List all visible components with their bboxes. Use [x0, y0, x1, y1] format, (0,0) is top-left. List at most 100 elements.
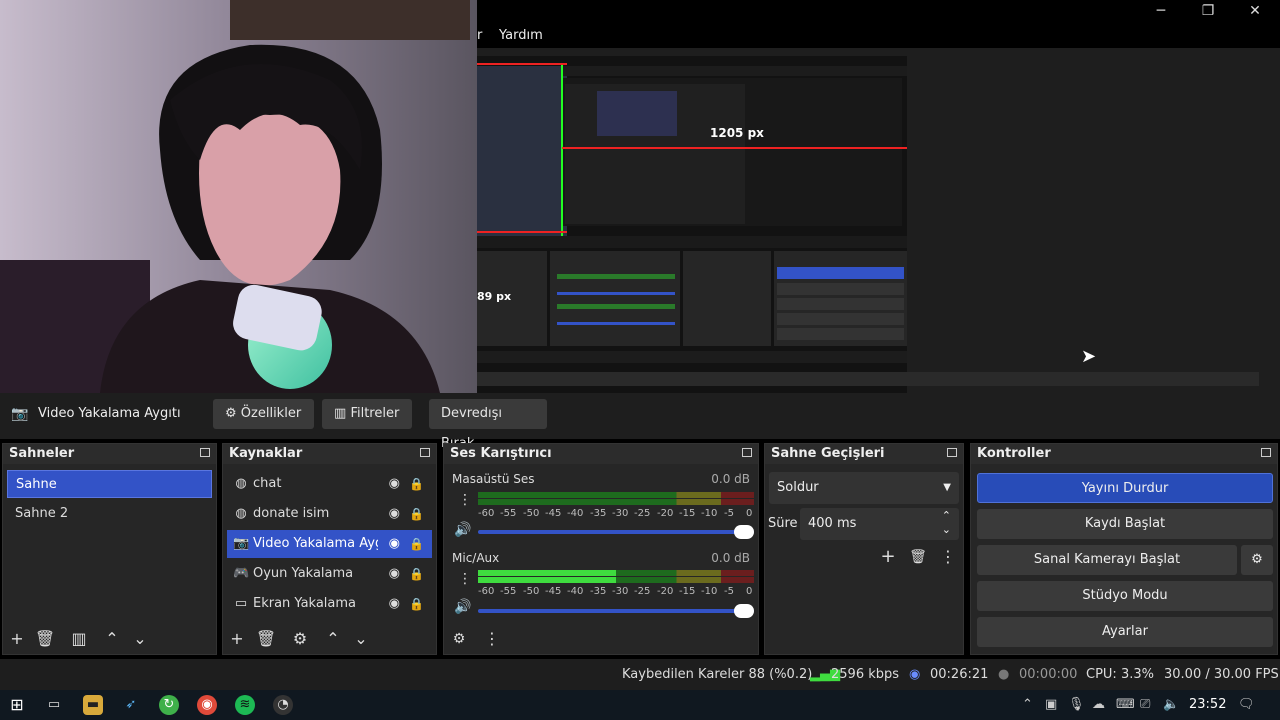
lock-icon[interactable]: 🔒: [409, 590, 424, 618]
trash-icon[interactable]: 🗑: [34, 628, 56, 650]
chevron-up-icon[interactable]: ⌃: [322, 628, 344, 650]
close-button[interactable]: ✕: [1232, 0, 1278, 24]
start-record-button[interactable]: Kaydı Başlat: [977, 509, 1273, 539]
chrome-icon[interactable]: ◉: [197, 695, 217, 715]
obs-icon[interactable]: ◔: [273, 695, 293, 715]
stop-stream-button[interactable]: Yayını Durdur: [977, 473, 1273, 503]
slider-knob[interactable]: [734, 604, 754, 618]
visibility-eye-icon[interactable]: ◉: [389, 590, 400, 618]
app-icon-green[interactable]: ↻: [159, 695, 179, 715]
lock-icon[interactable]: 🔒: [409, 530, 424, 558]
windows-start-icon[interactable]: ⊞: [7, 695, 27, 715]
notifications-icon[interactable]: 🗨: [1238, 697, 1255, 712]
filter-icon[interactable]: ▥: [68, 628, 90, 650]
visibility-eye-icon[interactable]: ◉: [389, 560, 400, 588]
filters-button[interactable]: ▥ Filtreler: [322, 399, 412, 429]
menu-item-partial[interactable]: r: [477, 28, 482, 43]
status-bar: Kaybedilen Kareler 88 (%0.2) ▂▄▆ 2596 kb…: [0, 659, 1280, 690]
visibility-eye-icon[interactable]: ◉: [389, 530, 400, 558]
scene-item[interactable]: Sahne: [7, 470, 212, 498]
trash-icon[interactable]: 🗑: [255, 628, 277, 650]
lock-icon[interactable]: 🔒: [409, 470, 424, 498]
source-item[interactable]: ▭ Ekran Yakalama ◉ 🔒: [227, 590, 432, 618]
settings-button[interactable]: Ayarlar: [977, 617, 1273, 647]
menu-item-help[interactable]: Yardım: [499, 28, 543, 43]
undock-icon[interactable]: [742, 448, 752, 457]
preview-canvas[interactable]: 1205 px 89 px: [477, 56, 907, 414]
start-virtualcam-button[interactable]: Sanal Kamerayı Başlat: [977, 545, 1237, 575]
kebab-menu-icon[interactable]: ⋮: [481, 628, 503, 650]
visibility-eye-icon[interactable]: ◉: [389, 470, 400, 498]
maximize-button[interactable]: ❐: [1185, 0, 1231, 24]
controls-title: Kontroller: [977, 446, 1051, 461]
clock[interactable]: 23:52: [1189, 697, 1226, 712]
undock-icon[interactable]: [420, 448, 430, 457]
speaker-icon[interactable]: 🔊: [454, 599, 471, 615]
add-icon[interactable]: +: [226, 628, 248, 650]
volume-slider[interactable]: [478, 604, 754, 618]
source-item[interactable]: ◍ chat ◉ 🔒: [227, 470, 432, 498]
meter-tick-label: -20: [657, 508, 674, 519]
add-icon[interactable]: +: [6, 628, 28, 650]
scene-item[interactable]: Sahne 2: [7, 500, 212, 528]
add-icon[interactable]: +: [877, 546, 899, 568]
spotify-icon[interactable]: ≋: [235, 695, 255, 715]
undock-icon[interactable]: [947, 448, 957, 457]
chevron-down-icon[interactable]: ⌄: [942, 514, 951, 546]
camera-icon: 📷: [233, 536, 250, 551]
source-item[interactable]: ◍ donate isim ◉ 🔒: [227, 500, 432, 528]
measurement-label-width: 1205 px: [710, 126, 764, 140]
lock-icon[interactable]: 🔒: [409, 560, 424, 588]
trash-icon[interactable]: 🗑: [907, 546, 929, 568]
deactivate-button[interactable]: Devredışı Bırak: [429, 399, 547, 451]
tray-screen-icon[interactable]: ⌨: [1116, 697, 1135, 712]
chevron-down-icon[interactable]: ⌄: [350, 628, 372, 650]
tray-chevron-up-icon[interactable]: ⌃: [1022, 697, 1033, 712]
filters-label: Filtreler: [350, 406, 400, 421]
task-view-icon[interactable]: ▭: [44, 695, 64, 715]
duration-spinbox[interactable]: 400 ms ⌃ ⌄: [800, 508, 959, 540]
tray-cloud-icon[interactable]: ☁: [1092, 697, 1105, 712]
channel-name: Masaüstü Ses: [452, 472, 535, 486]
studio-mode-button[interactable]: Stüdyo Modu: [977, 581, 1273, 611]
source-label: Oyun Yakalama: [253, 566, 354, 581]
transition-select[interactable]: Soldur ▼: [769, 472, 959, 504]
source-label: chat: [253, 476, 282, 491]
undock-icon[interactable]: [1261, 448, 1271, 457]
network-icon[interactable]: ⎚: [1140, 697, 1150, 712]
scenes-title: Sahneler: [9, 446, 75, 461]
visibility-eye-icon[interactable]: ◉: [389, 500, 400, 528]
undock-icon[interactable]: [200, 448, 210, 457]
channel-db: 0.0 dB: [711, 472, 750, 486]
volume-meter: [478, 570, 754, 584]
chevron-up-icon[interactable]: ⌃: [101, 628, 123, 650]
volume-icon[interactable]: 🔈: [1163, 697, 1179, 712]
properties-button[interactable]: ⚙ Özellikler: [213, 399, 314, 429]
source-item-selected[interactable]: 📷 Video Yakalama Aygıtı ◉ 🔒: [227, 530, 432, 558]
properties-label: Özellikler: [240, 406, 302, 421]
chevron-down-icon[interactable]: ⌄: [129, 628, 151, 650]
kebab-menu-icon[interactable]: ⋮: [458, 492, 472, 508]
microphone-icon[interactable]: 🎙: [1068, 697, 1085, 712]
gear-icon[interactable]: ⚙: [289, 628, 311, 650]
slider-knob[interactable]: [734, 525, 754, 539]
volume-slider[interactable]: [478, 525, 754, 539]
globe-icon: ◍: [235, 506, 247, 521]
tray-app-icon[interactable]: ▣: [1045, 697, 1057, 712]
speaker-icon[interactable]: 🔊: [454, 522, 471, 538]
minimize-button[interactable]: ─: [1138, 0, 1184, 24]
lock-icon[interactable]: 🔒: [409, 500, 424, 528]
meter-tick-label: -55: [500, 508, 517, 519]
app-icon-blue[interactable]: ➶: [121, 695, 141, 715]
advanced-audio-gear-icon[interactable]: ⚙: [448, 628, 470, 650]
sources-title: Kaynaklar: [229, 446, 303, 461]
kebab-menu-icon[interactable]: ⋮: [937, 546, 959, 568]
meter-tick-label: -45: [545, 586, 562, 597]
virtualcam-settings-button[interactable]: ⚙: [1241, 545, 1273, 575]
meter-tick-label: -60: [478, 586, 495, 597]
preview-scrollbar[interactable]: [477, 372, 1259, 386]
mixer-toolbar: ⚙ ⋮: [444, 624, 758, 654]
file-explorer-icon[interactable]: ▬: [83, 695, 103, 715]
kebab-menu-icon[interactable]: ⋮: [458, 571, 472, 587]
source-item[interactable]: 🎮 Oyun Yakalama ◉ 🔒: [227, 560, 432, 588]
